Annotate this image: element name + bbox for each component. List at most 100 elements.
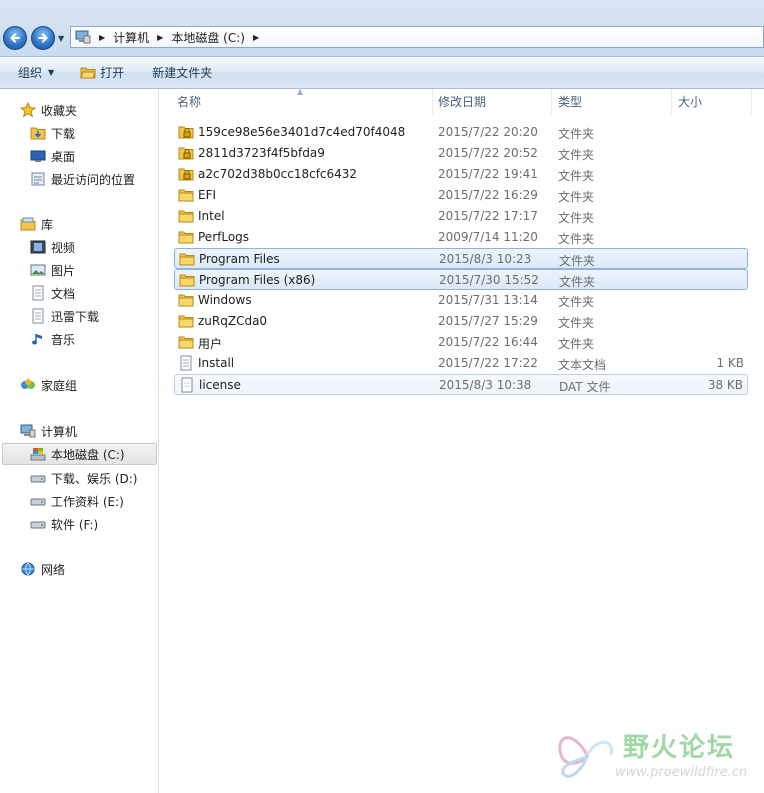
homegroup-icon: [20, 377, 36, 393]
file-row[interactable]: 2811d3723f4f5bfda9 2015/7/22 20:52 文件夹: [174, 143, 748, 164]
nav-drive-c[interactable]: 本地磁盘 (C:): [2, 443, 157, 465]
file-row[interactable]: Program Files 2015/8/3 10:23 文件夹: [174, 248, 748, 269]
file-type: 文本文档: [558, 358, 607, 372]
folder-icon: [178, 189, 194, 202]
nav-label: 网络: [41, 562, 66, 577]
file-icon: [181, 377, 193, 393]
folder-icon: [178, 210, 194, 223]
file-name: Windows: [198, 293, 252, 307]
nav-label: 软件 (F:): [51, 517, 99, 532]
butterfly-logo: [558, 736, 614, 778]
file-date: 2015/7/22 20:20: [438, 125, 538, 139]
nav-videos[interactable]: 视频: [30, 236, 75, 258]
nav-computer[interactable]: 计算机: [20, 420, 77, 442]
back-button[interactable]: [3, 26, 27, 50]
open-button[interactable]: 打开: [70, 57, 134, 88]
file-row[interactable]: 159ce98e56e3401d7c4ed70f4048 2015/7/22 20…: [174, 122, 748, 143]
file-size: 1 KB: [716, 356, 744, 370]
watermark: 野火论坛 www.proewildfire.cn: [553, 725, 764, 790]
nav-label: 计算机: [41, 424, 78, 439]
nav-drive-d[interactable]: 下载、娱乐 (D:): [30, 467, 137, 489]
nav-favorites[interactable]: 收藏夹: [20, 99, 77, 121]
hard-drive-icon: [30, 516, 46, 532]
folder-icon: [179, 274, 195, 287]
nav-label: 工作资料 (E:): [51, 494, 124, 509]
breadcrumb-computer[interactable]: 计算机: [113, 29, 149, 46]
command-bar: 组织 ▼ 打开 新建文件夹: [0, 57, 764, 89]
file-date: 2015/7/27 15:29: [438, 314, 538, 328]
file-row[interactable]: Program Files (x86) 2015/7/30 15:52 文件夹: [174, 269, 748, 290]
file-row[interactable]: Intel 2015/7/22 17:17 文件夹: [174, 206, 748, 227]
file-date: 2015/8/3 10:38: [439, 378, 532, 392]
file-row[interactable]: license 2015/8/3 10:38 DAT 文件 38 KB: [174, 374, 748, 395]
nav-label: 库: [41, 217, 54, 232]
column-header-type[interactable]: 类型: [552, 89, 672, 115]
nav-label: 图片: [51, 263, 76, 278]
nav-label: 视频: [51, 240, 76, 255]
desktop-icon: [30, 148, 46, 164]
nav-desktop[interactable]: 桌面: [30, 145, 75, 167]
nav-music[interactable]: 音乐: [30, 328, 75, 350]
file-type: 文件夹: [558, 316, 595, 330]
nav-label: 本地磁盘 (C:): [51, 447, 125, 462]
system-drive-icon: [30, 446, 46, 462]
file-type: 文件夹: [558, 232, 595, 246]
nav-documents[interactable]: 文档: [30, 282, 75, 304]
file-type: 文件夹: [558, 169, 595, 183]
nav-libraries[interactable]: 库: [20, 213, 53, 235]
file-size: 38 KB: [707, 378, 743, 392]
file-row[interactable]: PerfLogs 2009/7/14 11:20 文件夹: [174, 227, 748, 248]
column-header-size[interactable]: 大小: [672, 89, 752, 115]
nav-label: 家庭组: [41, 378, 78, 393]
nav-drive-f[interactable]: 软件 (F:): [30, 513, 98, 535]
arrow-right-icon: [38, 33, 48, 43]
nav-drive-e[interactable]: 工作资料 (E:): [30, 490, 124, 512]
nav-thunder-downloads[interactable]: 迅雷下载: [30, 305, 99, 327]
file-date: 2015/7/22 19:41: [438, 167, 538, 181]
nav-downloads[interactable]: 下载: [30, 122, 75, 144]
file-name: Program Files: [199, 252, 280, 266]
forward-button[interactable]: [31, 26, 55, 50]
breadcrumb-separator[interactable]: ▶: [99, 33, 105, 42]
column-header-name[interactable]: 名称: [171, 89, 433, 115]
file-row[interactable]: 用户 2015/7/22 16:44 文件夹: [174, 332, 748, 353]
address-input[interactable]: ▶ 计算机 ▶ 本地磁盘 (C:) ▶: [70, 26, 764, 48]
folder-icon: [179, 253, 195, 266]
computer-icon: [75, 30, 91, 44]
file-name: Intel: [198, 209, 225, 223]
network-icon: [20, 561, 36, 577]
recent-pages-dropdown[interactable]: ▼: [58, 34, 64, 43]
nav-network[interactable]: 网络: [20, 558, 65, 580]
file-date: 2015/7/22 20:52: [438, 146, 538, 160]
new-folder-button[interactable]: 新建文件夹: [142, 57, 222, 88]
music-icon: [30, 331, 46, 347]
file-name: a2c702d38b0cc18cfc6432: [198, 167, 358, 181]
file-date: 2015/7/22 16:44: [438, 335, 538, 349]
breadcrumb-drive-c[interactable]: 本地磁盘 (C:): [171, 29, 245, 46]
file-row[interactable]: Windows 2015/7/31 13:14 文件夹: [174, 290, 748, 311]
nav-recent[interactable]: 最近访问的位置: [30, 168, 135, 190]
column-headers: ▲ 名称 修改日期 类型 大小: [159, 87, 764, 115]
recent-places-icon: [30, 171, 46, 187]
file-date: 2015/7/22 17:17: [438, 209, 538, 223]
open-folder-icon: [80, 67, 96, 79]
file-type: 文件夹: [559, 275, 596, 289]
organize-button[interactable]: 组织 ▼: [8, 57, 64, 88]
breadcrumb-separator[interactable]: ▶: [157, 33, 163, 42]
nav-pictures[interactable]: 图片: [30, 259, 75, 281]
nav-label: 下载、娱乐 (D:): [51, 471, 138, 486]
file-row[interactable]: Install 2015/7/22 17:22 文本文档 1 KB: [174, 353, 748, 374]
file-row[interactable]: zuRqZCda0 2015/7/27 15:29 文件夹: [174, 311, 748, 332]
folder-icon: [178, 231, 194, 244]
nav-homegroup[interactable]: 家庭组: [20, 374, 77, 396]
locked-folder-icon: [178, 147, 194, 160]
video-icon: [30, 239, 46, 255]
file-name: PerfLogs: [198, 230, 250, 244]
column-header-modified[interactable]: 修改日期: [432, 89, 552, 115]
nav-label: 音乐: [51, 332, 76, 347]
hard-drive-icon: [30, 493, 46, 509]
file-row[interactable]: EFI 2015/7/22 16:29 文件夹: [174, 185, 748, 206]
file-type: 文件夹: [558, 337, 595, 351]
breadcrumb-separator[interactable]: ▶: [253, 33, 259, 42]
file-row[interactable]: a2c702d38b0cc18cfc6432 2015/7/22 19:41 文件夹: [174, 164, 748, 185]
